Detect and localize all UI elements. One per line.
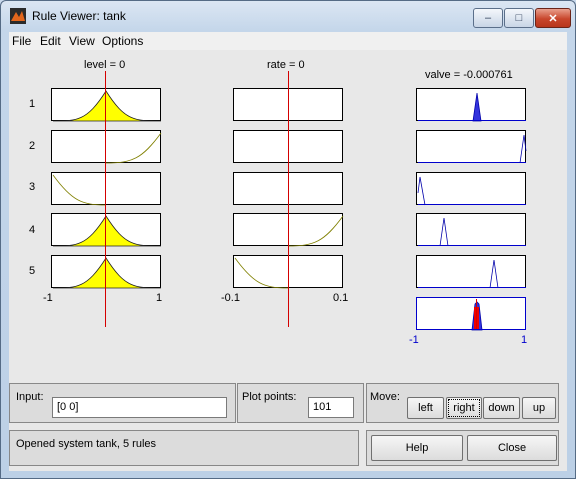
level-mf-plot: [105, 132, 162, 164]
valve-mf-plot: [418, 134, 527, 164]
level-rule-2-plot[interactable]: [51, 130, 162, 164]
client-area: level = 0 rate = 0 valve = -0.000761 1 2…: [9, 50, 567, 471]
move-label: Move:: [370, 391, 400, 403]
level-mf-plot: [52, 215, 162, 247]
level-axis-max: 1: [156, 292, 163, 304]
level-rule-5-plot[interactable]: [51, 255, 162, 289]
rule-number: 2: [29, 140, 36, 152]
menu-edit[interactable]: Edit: [40, 34, 61, 48]
level-rule-4-plot[interactable]: [51, 213, 162, 247]
valve-rule-5-plot[interactable]: [416, 255, 526, 289]
rate-axis-min: -0.1: [221, 292, 240, 304]
rate-axis-max: 0.1: [333, 292, 349, 304]
valve-mf-plot: [417, 176, 526, 206]
close-icon: ✕: [548, 12, 558, 25]
window-title: Rule Viewer: tank: [32, 9, 126, 23]
plot-points-label: Plot points:: [242, 391, 297, 403]
level-input-line[interactable]: [105, 71, 106, 327]
valve-rule-3-plot[interactable]: [416, 172, 526, 206]
plot-points-panel: Plot points: 101: [237, 383, 364, 423]
input-field[interactable]: [0 0]: [52, 397, 227, 418]
menu-file[interactable]: File: [12, 34, 31, 48]
close-button[interactable]: Close: [467, 435, 557, 461]
valve-header: valve = -0.000761: [425, 69, 513, 81]
close-window-button[interactable]: ✕: [535, 8, 571, 28]
minimize-button[interactable]: –: [473, 8, 503, 28]
menu-options[interactable]: Options: [102, 34, 143, 48]
level-mf-plot: [52, 174, 107, 206]
move-right-button[interactable]: right: [446, 397, 482, 419]
matlab-app-icon: [10, 8, 26, 24]
maximize-icon: □: [515, 12, 523, 24]
menu-view[interactable]: View: [69, 34, 95, 48]
status-panel: Opened system tank, 5 rules: [9, 430, 359, 466]
rule-viewer-window: Rule Viewer: tank – □ ✕ File Edit View O…: [0, 0, 576, 479]
rule-number: 3: [29, 181, 36, 193]
level-axis-min: -1: [43, 292, 53, 304]
rate-mf-plot: [287, 215, 344, 247]
valve-rule-2-plot[interactable]: [416, 130, 527, 164]
valve-mf-plot: [418, 259, 526, 289]
move-up-button[interactable]: up: [522, 397, 556, 419]
action-panel: Help Close: [366, 430, 559, 466]
menu-bar: File Edit View Options: [9, 32, 567, 50]
rate-header: rate = 0: [267, 59, 305, 71]
minimize-icon: –: [484, 12, 492, 24]
title-bar: Rule Viewer: tank – □ ✕: [1, 1, 575, 31]
maximize-button[interactable]: □: [504, 8, 534, 28]
valve-mf-plot: [418, 92, 526, 122]
plot-points-field[interactable]: 101: [308, 397, 354, 418]
valve-rule-1-plot[interactable]: [416, 88, 526, 122]
move-panel: Move: left right down up: [366, 383, 559, 423]
rule-number: 4: [29, 224, 36, 236]
rule-number: 5: [29, 265, 36, 277]
level-mf-plot: [52, 257, 162, 289]
input-label: Input:: [16, 391, 44, 403]
input-panel: Input: [0 0]: [9, 383, 236, 423]
move-left-button[interactable]: left: [407, 397, 444, 419]
move-down-button[interactable]: down: [483, 397, 520, 419]
valve-axis-max: 1: [521, 334, 528, 346]
help-button[interactable]: Help: [371, 435, 463, 461]
status-text: Opened system tank, 5 rules: [16, 438, 157, 450]
level-rule-3-plot[interactable]: [51, 172, 161, 206]
valve-aggregate-plot[interactable]: [416, 297, 526, 331]
rule-number: 1: [29, 98, 36, 110]
valve-aggregate-mf: [418, 299, 526, 331]
level-mf-plot: [52, 90, 162, 122]
valve-mf-plot: [418, 217, 526, 247]
level-rule-1-plot[interactable]: [51, 88, 162, 122]
level-header: level = 0: [84, 59, 126, 71]
rate-mf-plot: [234, 257, 289, 289]
rate-input-line[interactable]: [288, 71, 289, 327]
valve-axis-min: -1: [409, 334, 419, 346]
valve-rule-4-plot[interactable]: [416, 213, 526, 247]
